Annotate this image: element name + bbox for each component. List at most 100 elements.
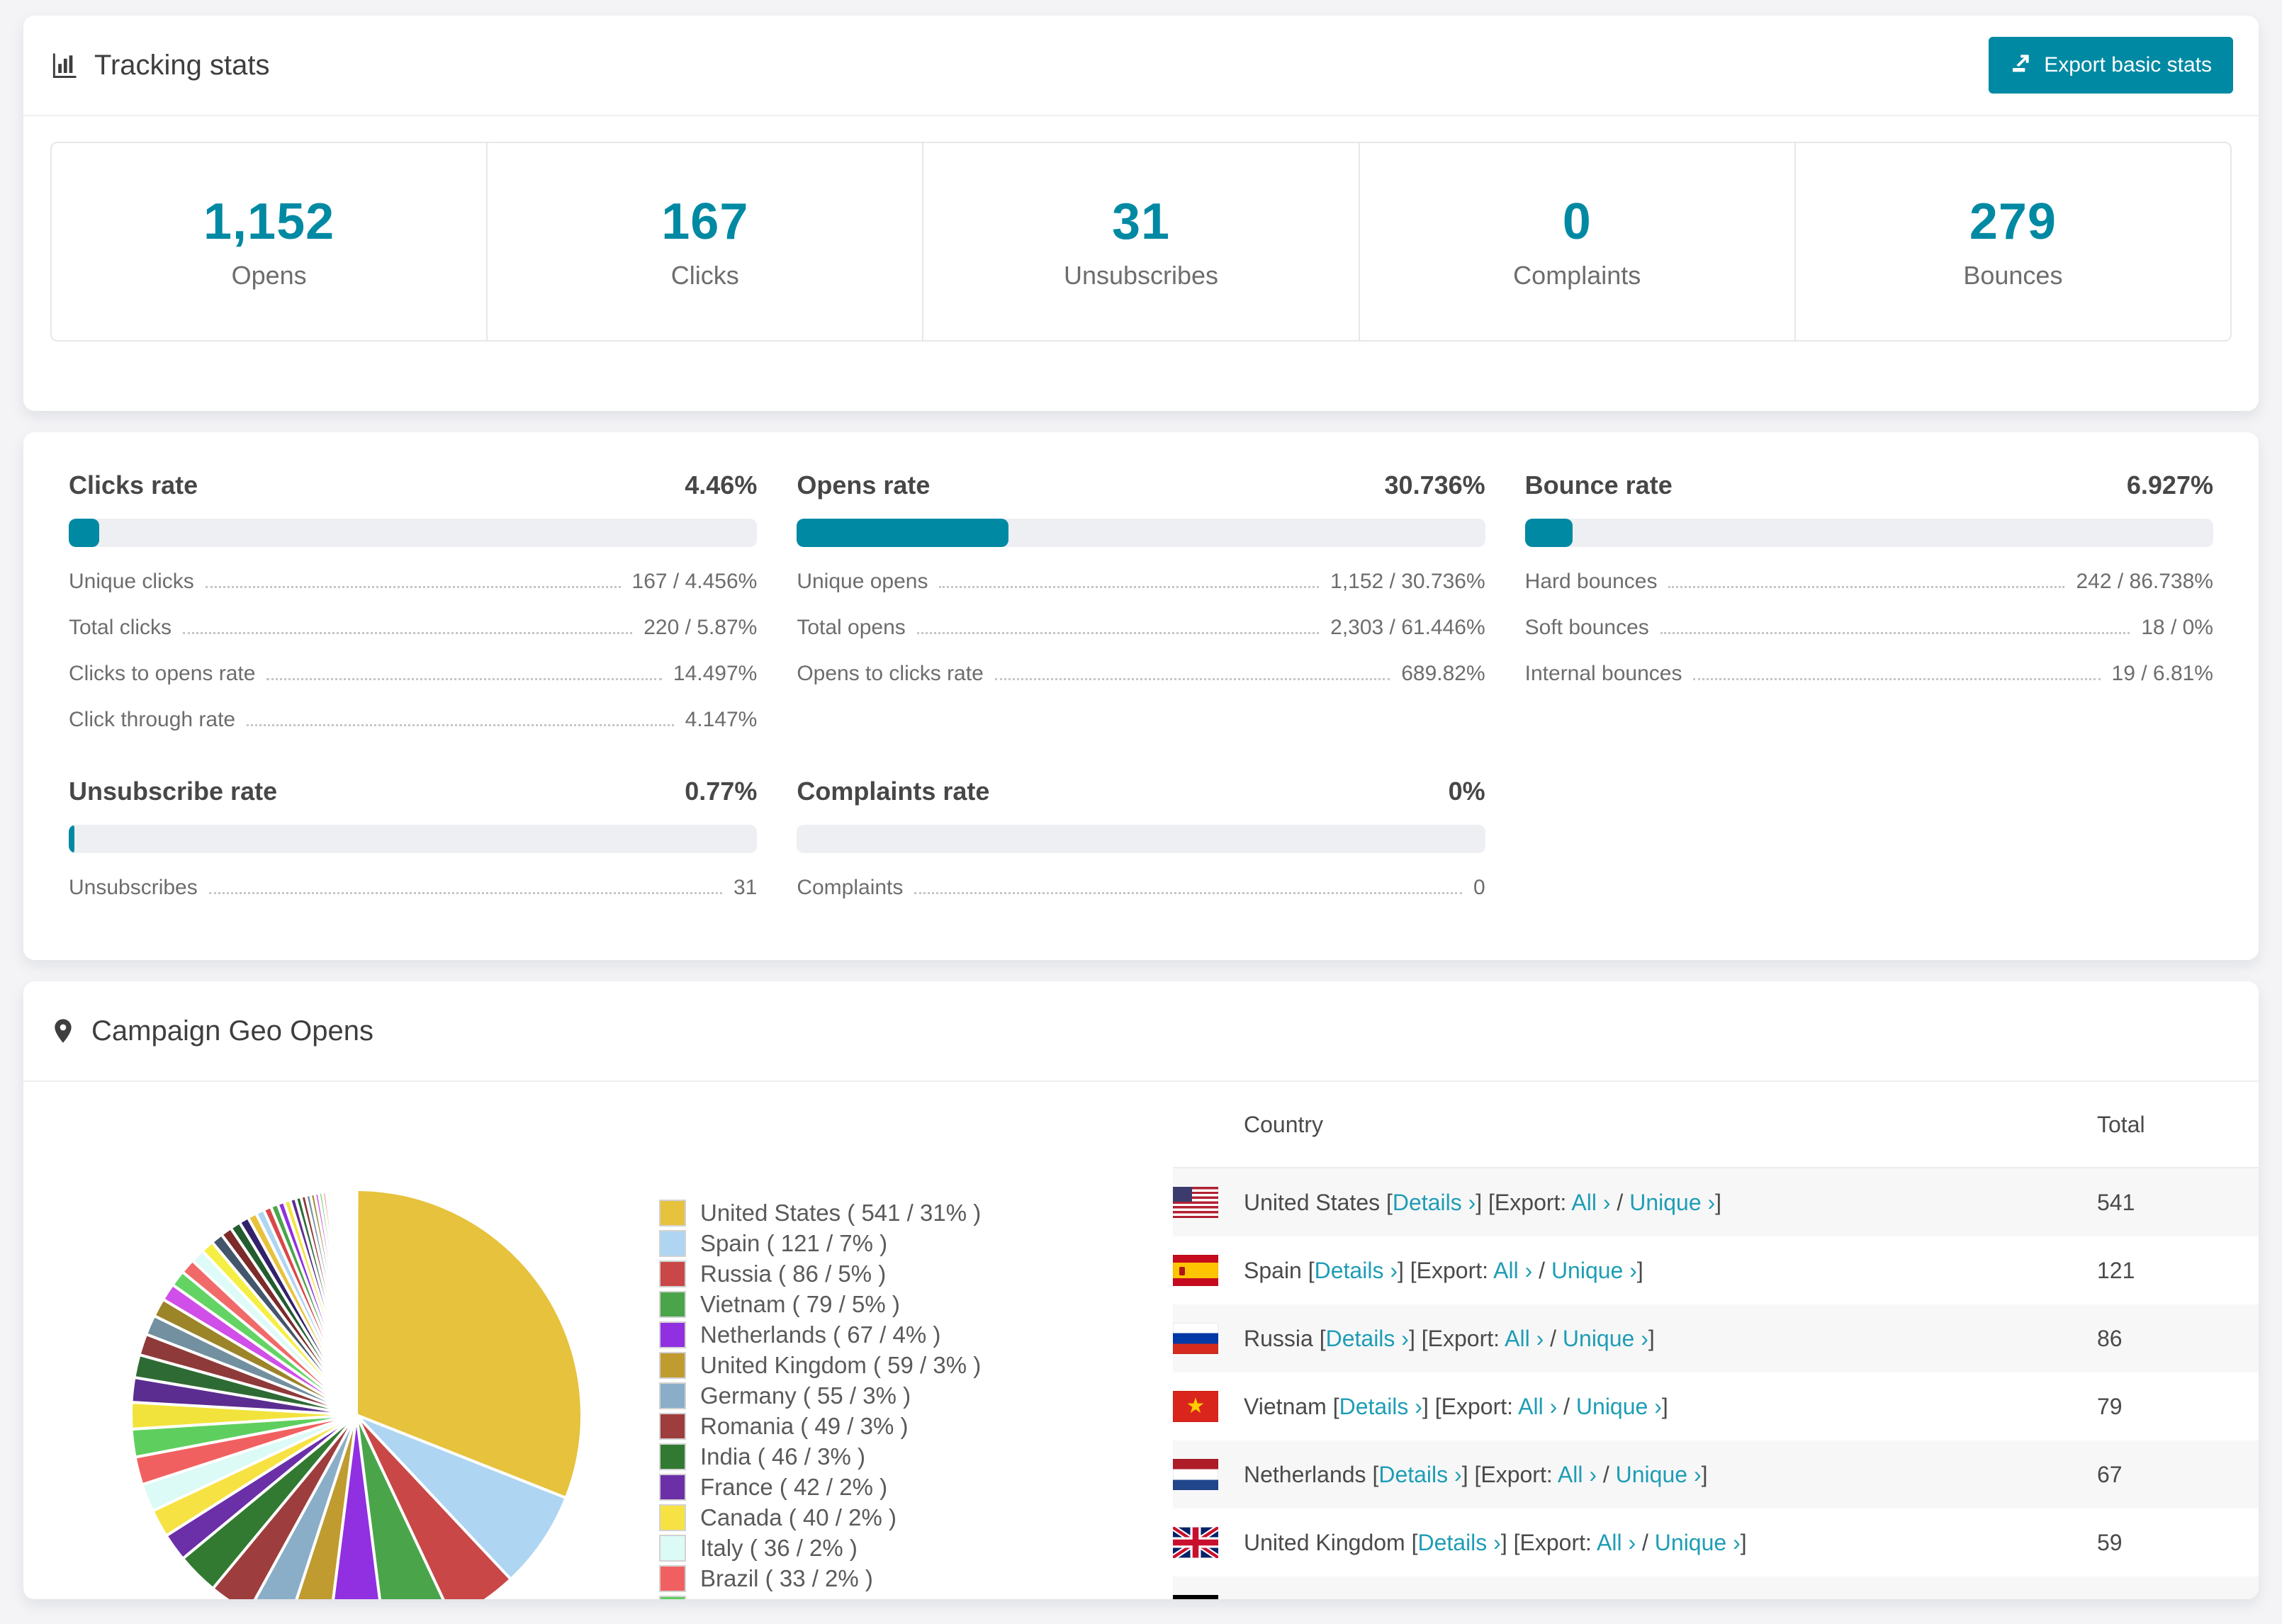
legend-swatch	[659, 1504, 686, 1531]
legend-label: Vietnam ( 79 / 5% )	[700, 1290, 900, 1317]
geo-legend: United States ( 541 / 31% ) Spain ( 121 /…	[659, 1199, 982, 1600]
rate-detail-row: Unique opens 1,152 / 30.736%	[797, 570, 1485, 593]
legend-label: Germany ( 55 / 3% )	[700, 1382, 911, 1409]
export-unique-link[interactable]: Unique ›	[1629, 1190, 1715, 1215]
pie-slice	[354, 1188, 359, 1416]
rate-block: Unsubscribe rate 0.77% Unsubscribes 31	[69, 777, 758, 899]
rate-detail-label: Opens to clicks rate	[797, 662, 984, 685]
progress-fill	[797, 519, 1008, 547]
geo-body: United States ( 541 / 31% ) Spain ( 121 /…	[23, 1082, 2259, 1600]
rate-title-row: Complaints rate 0%	[797, 777, 1485, 806]
legend-label: United States ( 541 / 31% )	[700, 1199, 982, 1226]
dotted-leader	[916, 632, 1320, 634]
tracking-stats-card: Tracking stats Export basic stats 1,152 O…	[23, 16, 2259, 411]
legend-label: United Kingdom ( 59 / 3% )	[700, 1351, 982, 1378]
legend-swatch	[659, 1412, 686, 1440]
total-cell: 79	[2097, 1393, 2123, 1419]
export-all-link[interactable]: All ›	[1571, 1190, 1610, 1215]
rate-detail-label: Unique clicks	[69, 570, 194, 593]
geo-header: Campaign Geo Opens	[23, 981, 2259, 1082]
rate-detail-row: Hard bounces 242 / 86.738%	[1525, 570, 2213, 593]
tracking-stats-title: Tracking stats	[49, 50, 269, 81]
page-title: Tracking stats	[94, 49, 270, 81]
legend-swatch	[659, 1351, 686, 1379]
legend-swatch	[659, 1382, 686, 1409]
export-all-link[interactable]: All ›	[1493, 1258, 1532, 1283]
export-unique-link[interactable]: Unique ›	[1655, 1530, 1741, 1555]
table-row: Spain [Details ›] [Export: All › / Uniqu…	[1173, 1236, 2259, 1304]
country-name: Russia	[1244, 1325, 1313, 1351]
rate-title: Clicks rate	[69, 470, 198, 500]
geo-table: Country Total United States [Details ›] …	[1173, 1082, 2259, 1599]
legend-label: Brazil ( 33 / 2% )	[700, 1564, 873, 1591]
export-icon	[2010, 51, 2033, 79]
rate-detail-row: Unsubscribes 31	[69, 876, 757, 899]
legend-item: Canada ( 40 / 2% )	[659, 1504, 981, 1531]
stat-card: 0 Complaints	[1360, 143, 1796, 340]
country-name: Spain	[1244, 1257, 1302, 1283]
details-link[interactable]: Details ›	[1378, 1462, 1461, 1487]
export-all-link[interactable]: All ›	[1505, 1326, 1544, 1351]
rate-detail-row: Internal bounces 19 / 6.81%	[1525, 662, 2213, 685]
rate-title-row: Clicks rate 4.46%	[69, 470, 757, 500]
section-title: Campaign Geo Opens	[91, 1015, 374, 1047]
legend-label: Russia ( 86 / 5% )	[700, 1260, 887, 1287]
map-pin-icon	[49, 1015, 77, 1047]
total-cell: 86	[2097, 1325, 2123, 1351]
legend-label: South Africa ( 29 / 2% )	[700, 1596, 940, 1600]
progress-bar	[1524, 519, 2213, 547]
legend-item: United States ( 541 / 31% )	[659, 1199, 982, 1227]
es-flag-icon	[1173, 1255, 1218, 1286]
country-cell: Netherlands [Details ›] [Export: All › /…	[1244, 1461, 1708, 1487]
export-unique-link[interactable]: Unique ›	[1587, 1598, 1673, 1600]
rate-detail-value: 31	[733, 876, 758, 899]
details-link[interactable]: Details ›	[1349, 1598, 1432, 1600]
rate-detail-label: Internal bounces	[1524, 662, 1682, 685]
dotted-leader	[183, 632, 633, 634]
details-link[interactable]: Details ›	[1315, 1258, 1398, 1283]
rate-detail-value: 2,303 / 61.446%	[1330, 616, 1485, 639]
legend-swatch	[659, 1595, 686, 1599]
vn-star: ★	[1186, 1394, 1205, 1418]
export-unique-link[interactable]: Unique ›	[1576, 1394, 1662, 1419]
de-flag-icon	[1173, 1595, 1218, 1599]
export-unique-link[interactable]: Unique ›	[1563, 1326, 1648, 1351]
legend-label: Romania ( 49 / 3% )	[700, 1412, 909, 1439]
legend-swatch	[659, 1290, 686, 1318]
legend-label: France ( 42 / 2% )	[700, 1473, 888, 1500]
details-link[interactable]: Details ›	[1417, 1530, 1500, 1555]
country-cell: Spain [Details ›] [Export: All › / Uniqu…	[1244, 1257, 1643, 1283]
export-unique-link[interactable]: Unique ›	[1616, 1462, 1702, 1487]
stat-value: 1,152	[203, 193, 335, 250]
rate-detail-row: Opens to clicks rate 689.82%	[797, 662, 1485, 685]
rate-block: Complaints rate 0% Complaints 0	[797, 777, 1485, 899]
export-unique-link[interactable]: Unique ›	[1551, 1258, 1637, 1283]
dotted-leader	[914, 892, 1462, 894]
dotted-leader	[205, 586, 621, 588]
stat-value: 279	[1969, 193, 2057, 250]
total-cell: 67	[2097, 1461, 2123, 1487]
stat-label: Opens	[231, 261, 307, 290]
rate-detail-value: 19 / 6.81%	[2111, 662, 2213, 685]
table-row: Netherlands [Details ›] [Export: All › /…	[1173, 1440, 2259, 1509]
legend-label: Spain ( 121 / 7% )	[700, 1229, 888, 1256]
rate-title: Unsubscribe rate	[69, 777, 278, 806]
details-link[interactable]: Details ›	[1393, 1190, 1476, 1215]
rate-detail-label: Hard bounces	[1524, 570, 1658, 593]
details-link[interactable]: Details ›	[1326, 1326, 1409, 1351]
geo-title-wrap: Campaign Geo Opens	[49, 1015, 373, 1047]
export-all-link[interactable]: All ›	[1597, 1530, 1636, 1555]
rate-detail-row: Total opens 2,303 / 61.446%	[797, 616, 1485, 639]
progress-bar	[797, 519, 1485, 547]
export-basic-stats-button[interactable]: Export basic stats	[1989, 37, 2233, 94]
details-link[interactable]: Details ›	[1339, 1394, 1422, 1419]
progress-fill	[69, 825, 74, 853]
rate-detail-value: 4.147%	[685, 708, 758, 731]
legend-label: India ( 46 / 3% )	[700, 1443, 865, 1470]
legend-item: Vietnam ( 79 / 5% )	[659, 1290, 981, 1318]
us-canton	[1173, 1187, 1192, 1202]
export-all-link[interactable]: All ›	[1558, 1462, 1597, 1487]
export-all-link[interactable]: All ›	[1518, 1394, 1557, 1419]
legend-swatch	[659, 1443, 686, 1470]
export-all-link[interactable]: All ›	[1529, 1598, 1568, 1600]
